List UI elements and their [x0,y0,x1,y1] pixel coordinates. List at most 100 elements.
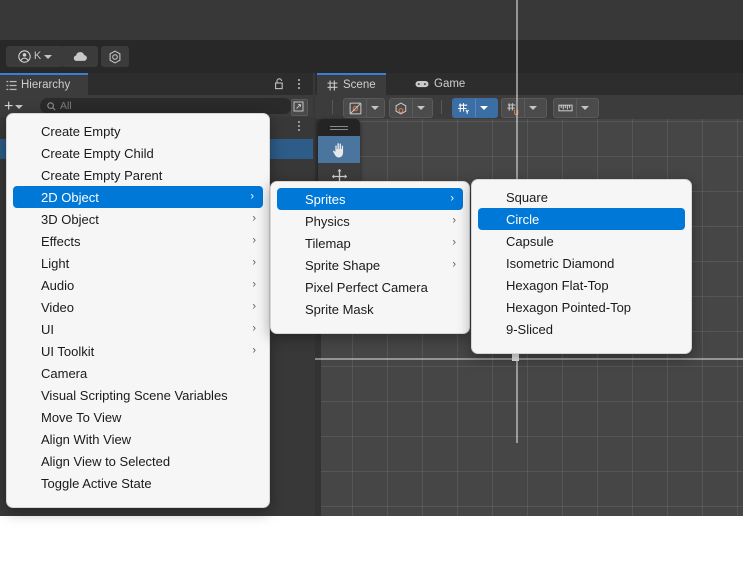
menu-item-label: Physics [305,213,350,229]
menu-item-label: UI [41,321,54,337]
chevron-down-icon[interactable] [366,99,383,117]
grid-snap-dropdown[interactable] [501,98,547,118]
menu-item-9-sliced[interactable]: 9-Sliced [472,318,691,340]
menu-item-light[interactable]: Light › [7,252,269,274]
drag-handle-icon[interactable] [318,119,360,136]
account-label: K [33,50,42,62]
menu-item-square[interactable]: Square [472,186,691,208]
draw-mode-dropdown[interactable] [343,98,385,118]
menu-item-ui[interactable]: UI › [7,318,269,340]
main-toolbar: K [0,40,743,73]
menu-item-label: Pixel Perfect Camera [305,279,428,295]
grid-y-axis-icon [453,102,475,115]
tab-scene[interactable]: Scene [317,73,386,95]
menu-item-label: 2D Object [41,189,99,205]
grid-snap-icon [502,102,524,115]
menu-item-create-empty[interactable]: Create Empty [7,120,269,142]
menu-item-capsule[interactable]: Capsule [472,230,691,252]
menu-item-label: Hexagon Flat-Top [506,277,609,293]
menu-item-label: Create Empty Child [41,145,154,161]
search-input[interactable]: All [40,98,292,114]
hand-icon [331,141,348,159]
chevron-right-icon: › [452,214,456,227]
scene-toolbar [315,95,743,120]
menu-item-tilemap[interactable]: Tilemap › [271,232,469,254]
menu-item-hexagon-pointed-top[interactable]: Hexagon Pointed-Top [472,296,691,318]
ruler-icon [554,102,576,114]
hierarchy-menu-icon[interactable] [293,77,305,91]
menu-item-visual-scripting-scene-variables[interactable]: Visual Scripting Scene Variables [7,384,269,406]
account-button[interactable]: K [6,46,64,67]
menu-item-pixel-perfect-camera[interactable]: Pixel Perfect Camera [271,276,469,298]
tab-hierarchy[interactable]: Hierarchy [0,73,88,95]
menu-item-physics[interactable]: Physics › [271,210,469,232]
scene-row-menu-icon[interactable] [293,119,305,133]
context-menu-sprites: Square Circle Capsule Isometric Diamond … [471,179,692,354]
search-placeholder: All [60,100,72,112]
person-circle-icon [18,50,31,63]
scene-horizontal-axis [315,358,743,360]
menu-item-sprite-shape[interactable]: Sprite Shape › [271,254,469,276]
scene-tool-palette [318,119,360,190]
menu-item-label: Sprites [305,191,346,207]
menu-item-sprite-mask[interactable]: Sprite Mask [271,298,469,320]
scene-origin-handle[interactable] [512,354,519,361]
menu-item-create-empty-parent[interactable]: Create Empty Parent [7,164,269,186]
menu-item-label: Create Empty Parent [41,167,163,183]
package-manager-button[interactable] [101,46,129,67]
menu-item-align-view-to-selected[interactable]: Align View to Selected [7,450,269,472]
menu-item-label: Create Empty [41,123,121,139]
menu-footer [271,320,469,325]
menu-item-label: Circle [506,211,540,227]
tab-game[interactable]: Game [405,73,475,95]
menu-item-align-with-view[interactable]: Align With View [7,428,269,450]
hand-tool[interactable] [318,136,360,163]
menu-item-label: Video [41,299,75,315]
toolbar-separator [441,100,442,114]
chevron-down-icon[interactable] [412,99,429,117]
shaded-mode-icon [344,102,366,115]
menu-item-camera[interactable]: Camera [7,362,269,384]
tab-scene-label: Scene [343,79,376,91]
menu-footer [7,494,269,499]
menu-item-isometric-diamond[interactable]: Isometric Diamond [472,252,691,274]
chevron-down-icon[interactable] [524,99,541,117]
menu-item-ui-toolkit[interactable]: UI Toolkit › [7,340,269,362]
chevron-right-icon: › [252,234,256,247]
expand-panel-icon[interactable] [291,99,308,116]
menu-item-label: Square [506,189,548,205]
chevron-right-icon: › [252,322,256,335]
grid-axis-dropdown[interactable] [452,98,498,118]
menu-item-label: Toggle Active State [41,475,152,491]
menu-item-3d-object[interactable]: 3D Object › [7,208,269,230]
menu-item-label: Audio [41,277,75,293]
cloud-button[interactable] [62,46,98,67]
menu-item-effects[interactable]: Effects › [7,230,269,252]
2d-3d-toggle-dropdown[interactable] [389,98,433,118]
menu-item-hexagon-flat-top[interactable]: Hexagon Flat-Top [472,274,691,296]
menu-item-audio[interactable]: Audio › [7,274,269,296]
chevron-right-icon: › [452,258,456,271]
lock-open-icon[interactable] [274,78,285,90]
menu-item-label: Isometric Diamond [506,255,615,271]
chevron-down-icon[interactable] [475,99,492,117]
menu-item-toggle-active-state[interactable]: Toggle Active State [7,472,269,494]
toolbar-separator [332,100,333,114]
cloud-icon [72,51,88,62]
menu-item-create-empty-child[interactable]: Create Empty Child [7,142,269,164]
hierarchy-tabstrip: Hierarchy [0,73,313,95]
scene-grid-icon [327,80,338,91]
chevron-down-icon[interactable] [576,99,593,117]
menu-item-2d-object[interactable]: 2D Object › [13,186,263,208]
menu-item-label: Move To View [41,409,122,425]
menu-item-circle[interactable]: Circle [478,208,685,230]
menu-item-sprites[interactable]: Sprites › [277,188,463,210]
menu-item-move-to-view[interactable]: Move To View [7,406,269,428]
chevron-right-icon: › [450,192,454,205]
chevron-down-icon [15,104,24,109]
context-menu-root: Create Empty Create Empty Child Create E… [6,113,270,508]
search-icon [47,101,56,111]
component-tools-dropdown[interactable] [553,98,599,118]
menu-item-label: Align With View [41,431,132,447]
menu-item-video[interactable]: Video › [7,296,269,318]
